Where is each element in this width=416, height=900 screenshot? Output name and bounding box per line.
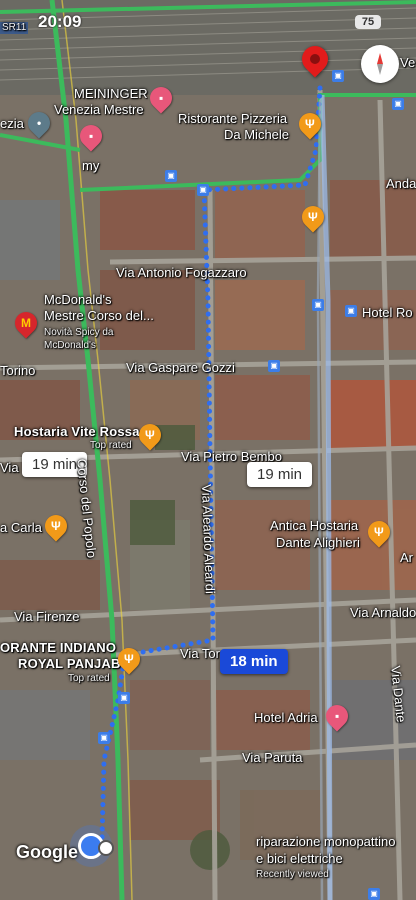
place-mcdonalds[interactable]: McDonald's bbox=[44, 292, 112, 307]
compass-button[interactable] bbox=[361, 45, 399, 83]
bus-stop-icon-3[interactable]: ▣ bbox=[165, 170, 177, 182]
bus-stop-icon-4[interactable]: ▣ bbox=[197, 184, 209, 196]
place-meininger[interactable]: MEININGER bbox=[74, 86, 148, 101]
google-logo: Google bbox=[16, 842, 78, 862]
place-hotel-ro[interactable]: Hotel Ro bbox=[362, 305, 413, 320]
street-fogazzaro: Via Antonio Fogazzaro bbox=[116, 265, 247, 280]
bus-stop-icon-9[interactable]: ▣ bbox=[98, 732, 110, 744]
bus-stop-icon-7[interactable]: ▣ bbox=[268, 360, 280, 372]
bus-stop-icon-6[interactable]: ▣ bbox=[345, 305, 357, 317]
place-meininger-sub: Venezia Mestre bbox=[54, 102, 144, 117]
street-torino: Torino bbox=[0, 363, 36, 378]
place-indiano-sub: ROYAL PANJAB bbox=[18, 656, 121, 671]
place-riparazione[interactable]: riparazione monopattino bbox=[256, 834, 395, 849]
place-mcdonalds-sub: Mestre Corso del... bbox=[44, 308, 154, 323]
place-antica[interactable]: Antica Hostaria bbox=[270, 518, 358, 533]
place-riparazione-sub: e bici elettriche bbox=[256, 851, 343, 866]
bus-stop-icon[interactable]: ▣ bbox=[332, 70, 344, 82]
place-ristorante[interactable]: Ristorante Pizzeria bbox=[178, 111, 287, 126]
place-carla[interactable]: a Carla bbox=[0, 520, 42, 535]
street-via-tor: Via Tor bbox=[180, 646, 220, 661]
street-arnaldo: Via Arnaldo bbox=[350, 605, 416, 620]
place-indiano-rating: Top rated bbox=[68, 673, 110, 684]
place-ve: Ve bbox=[400, 55, 416, 70]
route-chip-2[interactable]: 19 min bbox=[247, 462, 313, 487]
street-gozzi: Via Gaspare Gozzi bbox=[126, 360, 235, 375]
compass-icon bbox=[377, 53, 383, 75]
route-chip-selected[interactable]: 18 min bbox=[220, 649, 288, 674]
road-shield-sr11: SR11 bbox=[0, 22, 29, 34]
status-time: 20:09 bbox=[38, 12, 82, 31]
street-paruta: Via Paruta bbox=[242, 750, 303, 765]
status-bar: 20:09 75 bbox=[0, 0, 416, 31]
street-via-left: Via bbox=[0, 460, 19, 475]
place-mcdonalds-promo: Novità Spicy da bbox=[44, 327, 114, 338]
place-anda: Anda bbox=[386, 176, 416, 191]
bus-stop-icon-8[interactable]: ▣ bbox=[118, 692, 130, 704]
place-ristorante-sub: Da Michele bbox=[224, 127, 290, 142]
street-firenze: Via Firenze bbox=[14, 609, 80, 624]
place-antica-sub: Dante Alighieri bbox=[276, 535, 360, 550]
place-my: my bbox=[82, 158, 100, 173]
battery-icon: 75 bbox=[355, 15, 381, 29]
place-indiano[interactable]: ORANTE INDIANO bbox=[0, 640, 116, 655]
place-hotel-adria[interactable]: Hotel Adria bbox=[254, 710, 318, 725]
bus-stop-icon-5[interactable]: ▣ bbox=[312, 299, 324, 311]
bus-stop-icon-2[interactable]: ▣ bbox=[392, 98, 404, 110]
place-ar: Ar bbox=[400, 550, 413, 565]
place-hostaria-rating: Top rated bbox=[90, 440, 132, 451]
place-riparazione-recent: Recently viewed bbox=[256, 869, 329, 880]
place-hostaria[interactable]: Hostaria Vite Rossa bbox=[14, 424, 140, 439]
route-start-marker bbox=[98, 840, 114, 856]
place-ezia: ezia bbox=[0, 116, 24, 131]
bus-stop-icon-10[interactable]: ▣ bbox=[368, 888, 380, 900]
place-mcdonalds-promo-2: McDonald's bbox=[44, 340, 96, 351]
